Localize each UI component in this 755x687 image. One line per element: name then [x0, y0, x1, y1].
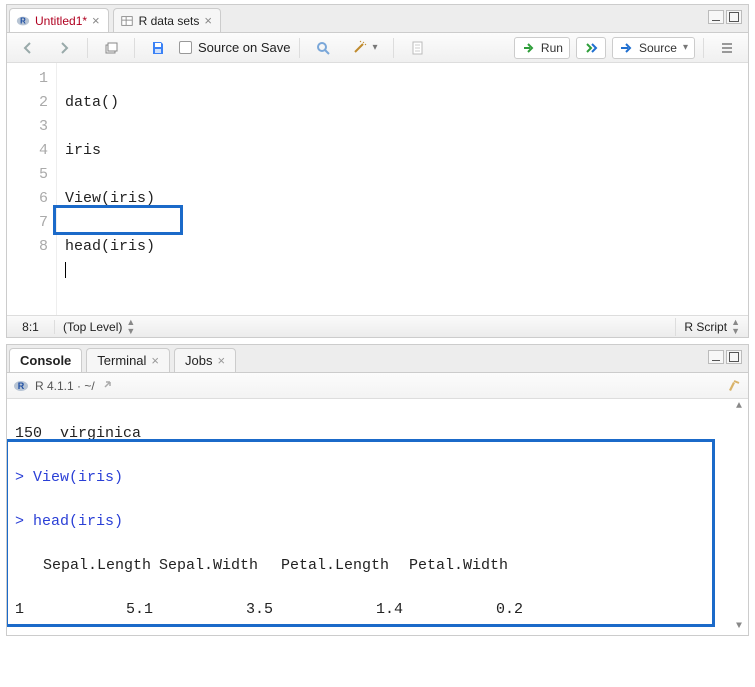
search-icon: [315, 40, 331, 56]
run-icon: [521, 40, 537, 56]
scroll-down-icon[interactable]: ▼: [733, 621, 745, 633]
chevron-down-icon: ▾: [373, 42, 378, 53]
rerun-button[interactable]: [576, 37, 606, 59]
pane-window-buttons: [708, 350, 742, 364]
outline-icon: [719, 40, 735, 56]
editor-toolbar: Source on Save ▾ Run Source ▾: [7, 33, 748, 63]
tab-untitled1[interactable]: R Untitled1* ×: [9, 8, 109, 32]
arrow-right-icon: [56, 40, 72, 56]
table-file-icon: [120, 14, 134, 28]
rerun-icon: [583, 40, 599, 56]
chevron-down-icon: ▾: [683, 42, 688, 53]
back-button[interactable]: [13, 37, 43, 59]
console-pane: Console Terminal× Jobs× R R 4.1.1 · ~/ 1…: [6, 344, 749, 636]
minimize-button[interactable]: [708, 10, 724, 24]
r-version-label: R 4.1.1 · ~/: [35, 379, 95, 393]
console-prompt-line: > View(iris): [15, 467, 740, 489]
tab-console[interactable]: Console: [9, 348, 82, 372]
console-line: 150 virginica: [15, 423, 740, 445]
updown-icon: ▲▼: [731, 318, 740, 336]
console-tabbar: Console Terminal× Jobs×: [7, 345, 748, 373]
code-area[interactable]: data() iris View(iris) head(iris): [57, 63, 748, 315]
table-row: 15.13.51.40.2: [15, 599, 740, 621]
tab-r-data-sets[interactable]: R data sets ×: [113, 8, 221, 32]
console-command: > head(iris): [15, 511, 740, 533]
editor-pane: R Untitled1* × R data sets × Source on S…: [6, 4, 749, 338]
outline-button[interactable]: [712, 37, 742, 59]
code-tools-button[interactable]: ▾: [344, 37, 385, 59]
updown-icon: ▲▼: [126, 318, 135, 336]
close-icon[interactable]: ×: [217, 353, 225, 368]
notebook-icon: [409, 40, 425, 56]
compile-report-button[interactable]: [402, 37, 432, 59]
line-gutter: 1 2 3 4 5 6 7 8: [7, 63, 57, 315]
console-output[interactable]: 150 virginica > View(iris) > head(iris) …: [7, 399, 748, 635]
svg-text:R: R: [18, 381, 25, 391]
highlight-box-editor: [53, 205, 183, 235]
show-in-new-window-button[interactable]: [96, 37, 126, 59]
scope-selector[interactable]: (Top Level)▲▼: [55, 318, 675, 336]
tab-jobs[interactable]: Jobs×: [174, 348, 236, 372]
scroll-up-icon[interactable]: ▲: [733, 401, 745, 413]
popout-icon: [103, 40, 119, 56]
maximize-button[interactable]: [726, 350, 742, 364]
run-label: Run: [541, 41, 563, 55]
source-button[interactable]: Source ▾: [612, 37, 695, 59]
console-info-bar: R R 4.1.1 · ~/: [7, 373, 748, 399]
source-on-save-label: Source on Save: [198, 40, 291, 55]
popout-icon[interactable]: [101, 378, 117, 394]
arrow-left-icon: [20, 40, 36, 56]
r-logo-icon: R: [13, 378, 29, 394]
find-button[interactable]: [308, 37, 338, 59]
cursor-position: 8:1: [7, 320, 55, 334]
save-button[interactable]: [143, 37, 173, 59]
language-selector[interactable]: R Script▲▼: [675, 318, 748, 336]
text-cursor: [65, 262, 66, 278]
close-icon[interactable]: ×: [92, 14, 100, 27]
tab-title: R data sets: [139, 14, 200, 28]
maximize-button[interactable]: [726, 10, 742, 24]
clear-console-icon[interactable]: [726, 377, 742, 393]
close-icon[interactable]: ×: [151, 353, 159, 368]
save-icon: [150, 40, 166, 56]
source-on-save-checkbox[interactable]: [179, 41, 192, 54]
source-label: Source: [639, 41, 677, 55]
pane-window-buttons: [708, 10, 742, 24]
r-file-icon: R: [16, 14, 30, 28]
close-icon[interactable]: ×: [204, 14, 212, 27]
tab-title: Untitled1*: [35, 14, 87, 28]
vertical-scrollbar[interactable]: ▲ ▼: [732, 401, 746, 633]
table-header-row: Sepal.LengthSepal.WidthPetal.LengthPetal…: [15, 555, 740, 577]
source-icon: [619, 40, 635, 56]
minimize-button[interactable]: [708, 350, 724, 364]
run-button[interactable]: Run: [514, 37, 570, 59]
tab-terminal[interactable]: Terminal×: [86, 348, 170, 372]
editor-statusbar: 8:1 (Top Level)▲▼ R Script▲▼: [7, 315, 748, 337]
code-editor[interactable]: 1 2 3 4 5 6 7 8 data() iris View(iris) h…: [7, 63, 748, 315]
forward-button[interactable]: [49, 37, 79, 59]
svg-text:R: R: [20, 16, 26, 25]
wand-icon: [351, 40, 367, 56]
editor-tabbar: R Untitled1* × R data sets ×: [7, 5, 748, 33]
